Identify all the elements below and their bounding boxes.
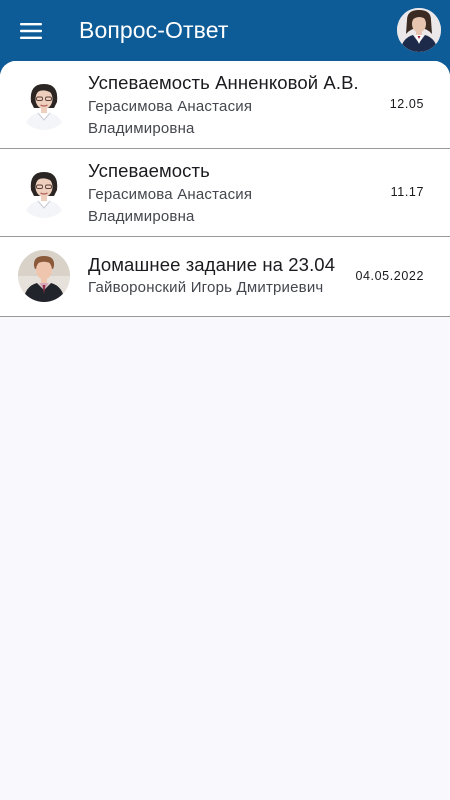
message-date: 12.05 <box>389 97 424 111</box>
teacher-female-avatar-icon <box>18 166 70 218</box>
message-date: 11.17 <box>390 185 424 199</box>
message-author: Герасимова Анастасия Владимировна <box>88 98 253 137</box>
message-author: Гайворонский Игорь Дмитриевич <box>88 279 324 296</box>
message-title: Домашнее задание на 23.04 <box>88 254 336 275</box>
message-author: Герасимова Анастасия Владимировна <box>88 186 253 225</box>
message-list: Успеваемость Анненковой А.В. Герасимова … <box>0 61 450 317</box>
sender-avatar <box>18 250 70 302</box>
list-item[interactable]: Домашнее задание на 23.04 Гайворонский И… <box>0 237 450 317</box>
teacher-male-avatar-icon <box>18 250 70 302</box>
user-avatar-icon <box>397 8 441 52</box>
profile-avatar[interactable] <box>397 8 441 52</box>
message-list-panel: Успеваемость Анненковой А.В. Герасимова … <box>0 61 450 800</box>
page-title: Вопрос-Ответ <box>79 17 229 43</box>
message-title: Успеваемость Анненковой А.В. <box>88 72 359 93</box>
teacher-female-avatar-icon <box>18 78 70 130</box>
message-title: Успеваемость <box>88 160 210 181</box>
sender-avatar <box>18 166 70 218</box>
message-date: 04.05.2022 <box>355 269 424 283</box>
list-item[interactable]: Успеваемость Герасимова Анастасия Владим… <box>0 149 450 237</box>
sender-avatar <box>18 78 70 130</box>
app-bar: Вопрос-Ответ <box>0 0 450 64</box>
hamburger-menu-icon <box>20 23 42 39</box>
list-item[interactable]: Успеваемость Анненковой А.В. Герасимова … <box>0 61 450 149</box>
menu-button[interactable] <box>14 16 48 46</box>
